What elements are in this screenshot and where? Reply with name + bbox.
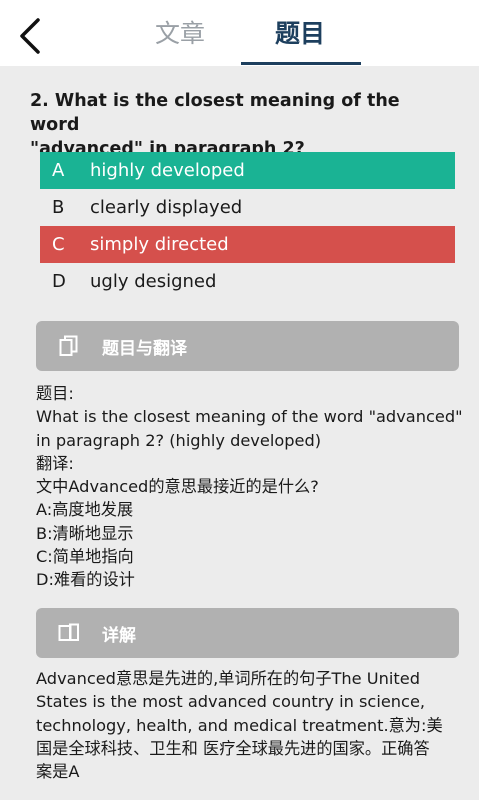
text-line: 文中Advanced的意思最接近的是什么? — [36, 477, 319, 497]
option-d[interactable]: D ugly designed — [40, 263, 455, 300]
translation-text: 题目: What is the closest meaning of the w… — [36, 382, 463, 592]
option-letter: C — [52, 234, 65, 255]
question-title: 2. What is the closest meaning of the wo… — [30, 89, 450, 161]
option-text: simply directed — [90, 234, 229, 255]
question-line: 2. What is the closest meaning of the wo… — [30, 91, 400, 135]
option-letter: B — [52, 197, 65, 218]
option-text: highly developed — [90, 160, 245, 181]
section-title: 详解 — [102, 625, 136, 646]
active-tab-indicator — [241, 62, 361, 65]
option-letter: A — [52, 160, 65, 181]
text-line: 翻译: — [36, 453, 74, 473]
tab-questions[interactable]: 题目 — [265, 16, 335, 56]
option-text: ugly designed — [90, 271, 217, 292]
text-line: technology, health, and medical treatmen… — [36, 715, 443, 735]
tablet-phone-icon — [36, 623, 102, 643]
explanation-section-header[interactable]: 详解 — [36, 608, 459, 658]
text-line: D:难看的设计 — [36, 570, 135, 590]
text-line: What is the closest meaning of the word … — [36, 407, 463, 427]
text-line: A:高度地发展 — [36, 500, 134, 520]
text-line: Advanced意思是先进的,单词所在的句子The United — [36, 669, 420, 688]
explanation-text: Advanced意思是先进的,单词所在的句子The United States … — [36, 667, 461, 783]
option-text: clearly displayed — [90, 197, 243, 218]
text-line: B:清晰地显示 — [36, 523, 134, 543]
top-bar: 文章 题目 — [0, 0, 479, 66]
text-line: States is the most advanced country in s… — [36, 692, 426, 712]
text-line: C:简单地指向 — [36, 547, 134, 567]
text-line: 国是全球科技、卫生和 医疗全球最先进的国家。正确答 — [36, 738, 430, 758]
text-line: in paragraph 2? (highly developed) — [36, 430, 322, 450]
option-a[interactable]: A highly developed — [40, 152, 455, 189]
tab-article[interactable]: 文章 — [145, 16, 215, 56]
option-b[interactable]: B clearly displayed — [40, 189, 455, 226]
back-chevron-icon[interactable] — [12, 16, 48, 56]
text-line: 案是A — [36, 762, 80, 782]
option-c[interactable]: C simply directed — [40, 226, 455, 263]
text-line: 题目: — [36, 384, 74, 403]
copy-document-icon — [36, 335, 102, 357]
option-letter: D — [52, 271, 66, 292]
section-title: 题目与翻译 — [102, 338, 187, 359]
translation-section-header[interactable]: 题目与翻译 — [36, 321, 459, 371]
